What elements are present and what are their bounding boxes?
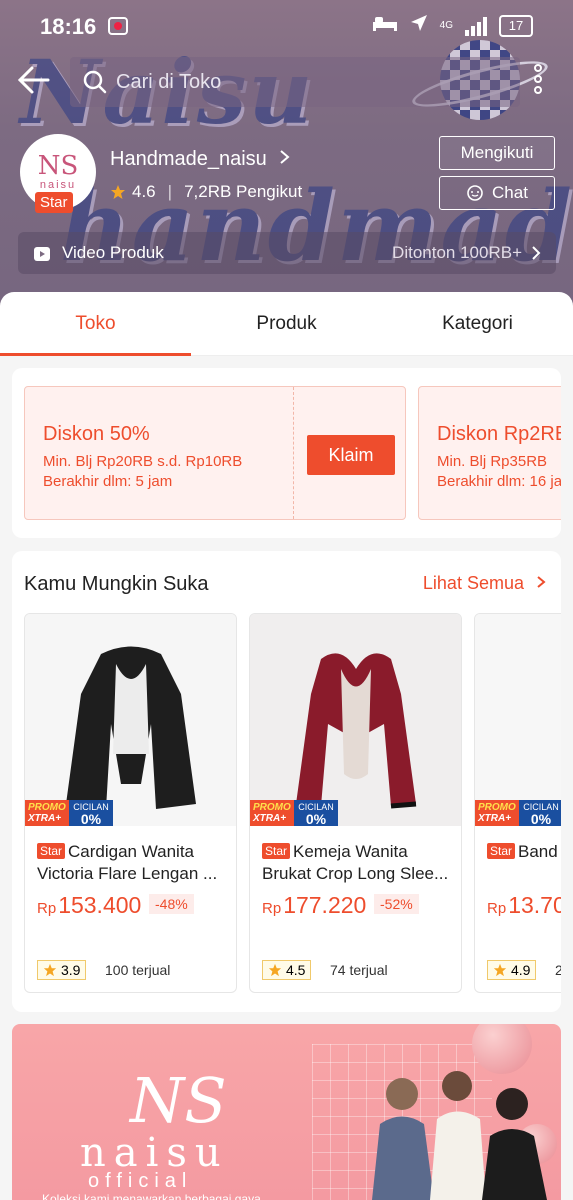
location-arrow-icon <box>410 14 428 37</box>
signal-icon <box>465 16 487 36</box>
red-lace-shirt-image <box>295 653 417 809</box>
product-price: Rp13.70 <box>487 892 561 918</box>
discount-badge: -48% <box>149 894 194 914</box>
product-rating: 4.9 <box>487 960 537 980</box>
brand-sub: official <box>88 1170 193 1192</box>
sold-count: 74 terjual <box>330 962 388 978</box>
voucher-item: Diskon 50% Min. Blj Rp20RB s.d. Rp10RB B… <box>24 386 406 520</box>
star-icon <box>493 963 507 977</box>
voucher-expiry: Berakhir dlm: 16 jam <box>437 473 561 490</box>
status-icons: 4G 17 <box>372 14 533 37</box>
recommendation-section: Kamu Mungkin Suka Lihat Semua PROMO XTRA+… <box>12 551 561 1012</box>
shop-tabs: Toko Produk Kategori <box>0 292 573 356</box>
avatar-text: naisu <box>39 179 77 191</box>
claim-voucher-button[interactable]: Klaim <box>307 435 395 475</box>
chevron-right-icon <box>537 576 546 588</box>
star-seller-badge: Star <box>35 192 73 213</box>
see-all-link[interactable]: Lihat Semua <box>423 573 547 594</box>
video-product-bar[interactable]: Video Produk Ditonton 100RB+ <box>18 232 556 274</box>
chat-label: Chat <box>492 183 528 202</box>
status-bar: 18:16 4G 17 <box>0 0 573 50</box>
voucher-item: Diskon Rp2RB Min. Blj Rp35RB Berakhir dl… <box>418 386 561 520</box>
shop-followers: 7,2RB Pengikut <box>184 182 303 201</box>
voucher-condition: Min. Blj Rp20RB s.d. Rp10RB <box>43 453 243 470</box>
tab-toko[interactable]: Toko <box>0 292 191 356</box>
battery-icon: 17 <box>499 14 533 37</box>
product-rating: 3.9 <box>37 960 87 980</box>
star-icon <box>43 963 57 977</box>
avatar-logo: NS <box>37 151 79 181</box>
cicilan-badge: CICILAN 0% <box>294 800 338 826</box>
shop-promo-banner[interactable]: NS naisu official Koleksi kami menawarka… <box>12 1024 561 1200</box>
bed-icon <box>372 14 398 37</box>
product-name: Star Kemeja Wanita Brukat Crop Long Slee.… <box>262 842 449 883</box>
voucher-title: Diskon 50% <box>43 423 150 445</box>
following-button[interactable]: Mengikuti <box>439 136 555 170</box>
search-icon <box>83 70 107 94</box>
product-card[interactable]: PROMO XTRA+ CICILAN 0% Star Kemeja Wanita B… <box>249 613 462 993</box>
shop-rating: 4.6 <box>132 182 156 201</box>
see-all-label: Lihat Semua <box>422 573 524 593</box>
star-icon <box>268 963 282 977</box>
more-dot-icon <box>534 64 542 72</box>
shop-search-bar[interactable]: Cari di Toko <box>70 57 520 107</box>
product-rating: 4.5 <box>262 960 312 980</box>
chevron-right-icon <box>280 150 290 164</box>
promo-tags: PROMO XTRA+ CICILAN 0% <box>250 800 338 826</box>
shop-name[interactable]: Handmade_naisu <box>110 148 292 171</box>
product-image: PROMO XTRA+ CICILAN 0% <box>25 614 236 826</box>
search-placeholder: Cari di Toko <box>116 70 222 93</box>
screen-record-icon <box>108 17 128 35</box>
cicilan-badge: CICILAN 0% <box>519 800 561 826</box>
brand-logo: NS <box>130 1064 227 1137</box>
chat-icon <box>467 185 483 201</box>
tab-kategori[interactable]: Kategori <box>382 292 573 355</box>
back-button[interactable] <box>16 62 56 102</box>
product-card[interactable]: PROMOXTRA+ CICILAN0% StarBand Selendang … <box>474 613 561 993</box>
star-badge: Star <box>37 843 66 859</box>
discount-badge: -52% <box>374 894 419 914</box>
voucher-expiry: Berakhir dlm: 5 jam <box>43 473 173 490</box>
star-icon <box>111 185 125 199</box>
voucher-condition: Min. Blj Rp35RB <box>437 453 548 470</box>
status-time: 18:16 <box>40 14 97 39</box>
product-price: Rp153.400 <box>37 892 142 918</box>
star-badge: Star <box>487 843 516 859</box>
product-image: PROMO XTRA+ CICILAN 0% <box>475 614 561 826</box>
shop-stats: 4.6 | 7,2RB Pengikut <box>110 182 302 202</box>
back-arrow-icon <box>17 66 50 94</box>
promo-xtra-badge: PROMO XTRA+ <box>250 800 294 826</box>
chat-button[interactable]: Chat <box>439 176 555 210</box>
shop-name-text: Handmade_naisu <box>110 148 267 170</box>
promo-xtra-badge: PROMO XTRA+ <box>475 800 519 826</box>
video-bag-icon <box>34 247 50 261</box>
product-image: PROMO XTRA+ CICILAN 0% <box>250 614 461 826</box>
black-cardigan-image <box>66 646 196 809</box>
section-title: Kamu Mungkin Suka <box>24 573 209 595</box>
sold-count: 100 terjual <box>105 962 171 978</box>
sold-count: 2 <box>555 962 561 978</box>
promo-xtra-badge: PROMO XTRA+ <box>25 800 69 826</box>
promo-tags: PROMO XTRA+ CICILAN 0% <box>25 800 113 826</box>
product-card[interactable]: PROMO XTRA+ CICILAN 0% Star Cardigan Wanita… <box>24 613 237 993</box>
more-options-button[interactable] <box>528 64 548 104</box>
video-label: Video Produk <box>62 243 164 262</box>
voucher-title: Diskon Rp2RB <box>437 423 561 445</box>
voucher-section: Diskon 50% Min. Blj Rp20RB s.d. Rp10RB B… <box>12 368 561 538</box>
promo-tags: PROMO XTRA+ CICILAN 0% <box>475 800 561 826</box>
chevron-right-icon <box>532 246 541 260</box>
product-name: Star Cardigan Wanita Victoria Flare Lenga… <box>37 842 218 883</box>
star-badge: Star <box>262 843 291 859</box>
banner-tagline: Koleksi kami menawarkan berbagai gaya <box>42 1192 261 1200</box>
product-name: StarBand Selendang <box>487 840 561 863</box>
cicilan-badge: CICILAN 0% <box>69 800 113 826</box>
network-type: 4G <box>439 20 453 31</box>
voucher-divider <box>293 387 294 519</box>
video-views: Ditonton 100RB+ <box>392 243 522 262</box>
product-price: Rp177.220 <box>262 892 367 918</box>
tab-produk[interactable]: Produk <box>191 292 382 355</box>
models-image <box>372 1071 547 1200</box>
